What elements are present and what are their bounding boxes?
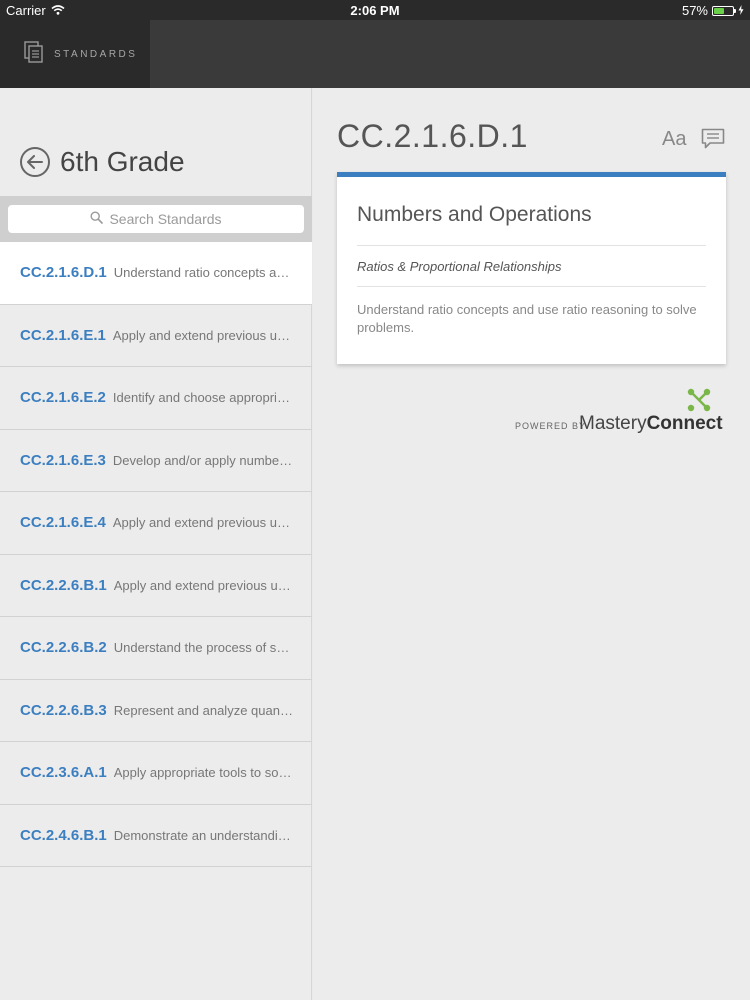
back-arrow-icon[interactable] <box>20 147 50 177</box>
standard-code: CC.2.2.6.B.1 <box>20 576 107 594</box>
standard-code: CC.2.1.6.E.2 <box>20 389 106 407</box>
brand-name-bold: Connect <box>646 413 723 434</box>
list-item[interactable]: CC.2.1.6.D.1 Understand ratio concepts a… <box>0 242 312 305</box>
standard-description: Apply and extend previous understandings… <box>113 577 294 593</box>
standards-doc-icon <box>24 40 44 68</box>
font-size-icon[interactable]: Aa <box>662 128 686 151</box>
standard-code: CC.2.1.6.D.1 <box>20 264 107 282</box>
brand-name-light: Mastery <box>579 413 647 434</box>
search-input[interactable]: Search Standards <box>8 205 304 233</box>
battery-percent: 57% <box>681 3 708 18</box>
status-right: 57% <box>682 3 744 18</box>
standards-list: CC.2.1.6.D.1 Understand ratio concepts a… <box>0 242 312 867</box>
grade-title: 6th Grade <box>60 146 185 177</box>
nav-tab-standards[interactable]: STANDARDS <box>0 20 150 88</box>
status-bar: Carrier 2:06 PM 57% <box>0 0 750 20</box>
standard-description: Represent and analyze quantitative relat… <box>113 702 294 718</box>
list-item[interactable]: CC.2.3.6.A.1 Apply appropriate tools to … <box>0 742 312 805</box>
grade-header: 6th Grade <box>20 146 185 178</box>
standard-code: CC.2.2.6.B.2 <box>20 639 107 657</box>
list-item[interactable]: CC.2.2.6.B.2 Understand the process of s… <box>0 617 312 680</box>
list-item[interactable]: CC.2.1.6.E.4 Apply and extend previous u… <box>0 492 312 555</box>
status-time: 2:06 PM <box>350 3 400 18</box>
list-item[interactable]: CC.2.1.6.E.1 Apply and extend previous u… <box>0 305 312 367</box>
card-title: Numbers and Operations <box>357 203 592 226</box>
standard-code: CC.2.1.6.E.4 <box>20 514 106 532</box>
card-description: Understand ratio concepts and use ratio … <box>357 302 697 335</box>
comment-icon[interactable] <box>701 128 725 155</box>
powered-by-label: POWERED BY <box>515 421 587 431</box>
list-item[interactable]: CC.2.2.6.B.3 Represent and analyze quant… <box>0 680 312 742</box>
battery-fill <box>714 7 725 14</box>
top-nav-bar: STANDARDS <box>0 20 750 88</box>
standard-description: Apply appropriate tools to solve real-wo… <box>113 765 294 781</box>
standard-description: Understand ratio concepts and use ratio … <box>113 265 294 281</box>
search-icon <box>90 211 104 227</box>
search-placeholder: Search Standards <box>109 211 222 227</box>
search-bar-container: Search Standards <box>0 196 312 242</box>
brand-name: MasteryConnect <box>579 413 723 435</box>
standard-description: Identify and choose appropriate processe… <box>112 390 294 406</box>
card-subtitle: Ratios & Proportional Relationships <box>357 259 562 274</box>
standard-description: Develop and/or apply number theory conce… <box>112 452 294 468</box>
standard-description: Demonstrate an understanding of statisti… <box>113 827 294 843</box>
standard-card: Numbers and Operations Ratios & Proporti… <box>337 172 726 364</box>
charging-icon <box>738 3 744 18</box>
standard-detail-panel: CC.2.1.6.D.1 Aa Numbers and Operations R… <box>313 88 750 1000</box>
powered-by-brand: POWERED BY MasteryConnect <box>513 388 725 438</box>
standard-description: Understand the process of solving a one-… <box>113 640 294 656</box>
standard-code: CC.2.3.6.A.1 <box>20 764 107 782</box>
list-item[interactable]: CC.2.1.6.E.2 Identify and choose appropr… <box>0 367 312 430</box>
standard-code: CC.2.2.6.B.3 <box>20 701 107 719</box>
list-item[interactable]: CC.2.1.6.E.3 Develop and/or apply number… <box>0 430 312 492</box>
standard-description: Apply and extend previous understandings… <box>112 327 294 343</box>
battery-icon <box>712 5 736 16</box>
nav-tab-label: STANDARDS <box>54 48 138 60</box>
standard-code: CC.2.4.6.B.1 <box>20 826 107 844</box>
standard-description: Apply and extend previous understandings… <box>112 515 294 531</box>
standard-code: CC.2.1.6.E.3 <box>20 451 106 469</box>
list-item[interactable]: CC.2.4.6.B.1 Demonstrate an understandin… <box>0 805 312 867</box>
standards-list-panel: 6th Grade Search Standards CC.2.1.6.D.1 … <box>0 88 312 1000</box>
standard-detail-code: CC.2.1.6.D.1 <box>337 118 528 154</box>
standard-code: CC.2.1.6.E.1 <box>20 326 106 344</box>
list-item[interactable]: CC.2.2.6.B.1 Apply and extend previous u… <box>0 555 312 617</box>
